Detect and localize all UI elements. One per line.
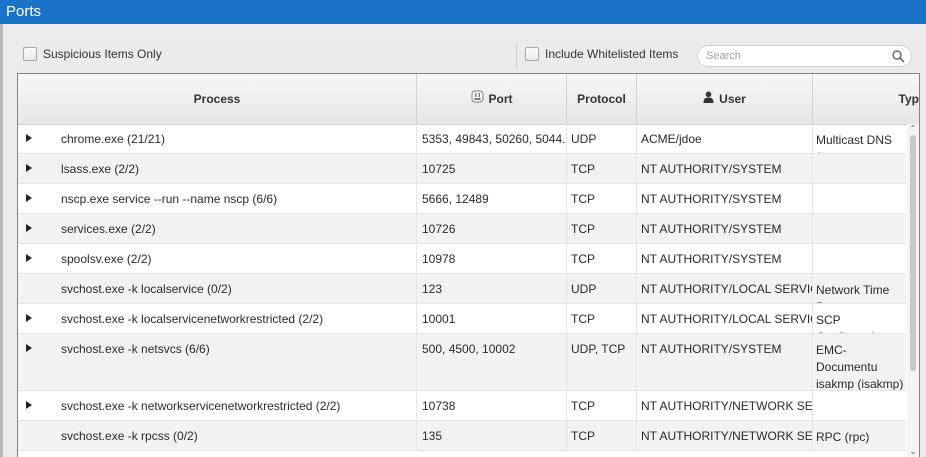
table-row[interactable]: chrome.exe (21/21) 5353, 49843, 50260, 50…: [18, 124, 906, 154]
cell-type: Multicast DNS (m: [816, 133, 893, 153]
cell-process: nscp.exe service --run --name nscp (6/6): [18, 184, 417, 213]
cell-type: [813, 244, 906, 273]
column-protocol-label: Protocol: [577, 92, 626, 106]
cell-port: 5353, 49843, 50260, 5044...: [417, 124, 567, 153]
cell-port: 135: [417, 421, 567, 450]
vertical-scrollbar[interactable]: ⌃ ⌄: [907, 124, 919, 457]
cell-protocol: TCP: [567, 154, 637, 183]
cell-process: services.exe (2/2): [18, 214, 417, 243]
toolbar-divider: [516, 43, 517, 69]
cell-protocol: TCP: [567, 304, 637, 333]
table-row[interactable]: spoolsv.exe (2/2) 10978 TCP NT AUTHORITY/SY…: [18, 244, 906, 274]
whitelisted-checkbox[interactable]: [525, 47, 539, 61]
cell-type: [813, 214, 906, 243]
cell-protocol: TCP: [567, 214, 637, 243]
column-port-label: Port: [488, 92, 513, 106]
scroll-thumb[interactable]: [910, 135, 916, 371]
search-icon[interactable]: [891, 49, 905, 63]
cell-process: svchost.exe -k localservicenetworkrestri…: [18, 304, 417, 333]
cell-type: SCP Configuratio: [816, 313, 881, 333]
scroll-down-arrow-icon[interactable]: ⌄: [909, 448, 917, 456]
table-header: Process Port Protocol User Typ: [18, 74, 919, 125]
cell-process: svchost.exe -k localservice (0/2): [18, 274, 417, 303]
column-type-label: Typ: [898, 92, 919, 106]
suspicious-checkbox[interactable]: [23, 47, 37, 61]
filter-toolbar: Suspicious Items Only Include Whiteliste…: [17, 39, 920, 74]
cell-protocol: TCP: [567, 184, 637, 213]
scroll-up-arrow-icon[interactable]: ⌃: [909, 125, 917, 133]
cell-user: NT AUTHORITY/LOCAL SERVICE: [637, 304, 813, 333]
whitelisted-label: Include Whitelisted Items: [545, 47, 679, 61]
cell-type: EMC-Documentuisakmp (isakmp)IPsec NAT-Tr…: [816, 343, 904, 390]
table-row[interactable]: svchost.exe -k localservicenetworkrestri…: [18, 304, 906, 334]
cell-type: RPC (rpc): [816, 430, 870, 444]
cell-port: 10978: [417, 244, 567, 273]
table-row[interactable]: svchost.exe -k networkservicenetworkrest…: [18, 391, 906, 421]
cell-user: NT AUTHORITY/NETWORK SE...: [637, 421, 813, 450]
column-user-label: User: [719, 92, 746, 106]
column-process-label: Process: [193, 92, 241, 106]
column-header-process[interactable]: Process: [18, 74, 417, 124]
cell-process: chrome.exe (21/21): [18, 124, 417, 153]
cell-process: svchost.exe -k rpcss (0/2): [18, 421, 417, 450]
cell-protocol: UDP: [567, 124, 637, 153]
cell-type: Network Time Pro: [816, 283, 890, 303]
cell-port: 10726: [417, 214, 567, 243]
table-row[interactable]: lsass.exe (2/2) 10725 TCP NT AUTHORITY/SYST…: [18, 154, 906, 184]
table-row[interactable]: svchost.exe -k netsvcs (6/6) 500, 4500, 1…: [18, 334, 906, 391]
cell-port: 10725: [417, 154, 567, 183]
cell-user: NT AUTHORITY/LOCAL SERVICE: [637, 274, 813, 303]
cell-user: NT AUTHORITY/SYSTEM: [637, 184, 813, 213]
window-edge: [0, 24, 3, 457]
search-box[interactable]: [697, 45, 912, 67]
cell-port: 10738: [417, 391, 567, 420]
search-input[interactable]: [706, 48, 886, 64]
cell-user: NT AUTHORITY/SYSTEM: [637, 214, 813, 243]
cell-port: 123: [417, 274, 567, 303]
cell-user: NT AUTHORITY/NETWORK SE...: [637, 391, 813, 420]
suspicious-items-toggle[interactable]: Suspicious Items Only: [23, 47, 162, 61]
cell-port: 10001: [417, 304, 567, 333]
cell-port: 500, 4500, 10002: [417, 334, 567, 390]
cell-user: NT AUTHORITY/SYSTEM: [637, 334, 813, 390]
cell-type: [813, 154, 906, 183]
cell-process: lsass.exe (2/2): [18, 154, 417, 183]
cell-protocol: UDP: [567, 274, 637, 303]
table-row[interactable]: services.exe (2/2) 10726 TCP NT AUTHORITY/S…: [18, 214, 906, 244]
table-row[interactable]: svchost.exe -k rpcss (0/2) 135 TCP NT AUTHO…: [18, 421, 906, 451]
cell-user: NT AUTHORITY/SYSTEM: [637, 244, 813, 273]
whitelisted-items-toggle[interactable]: Include Whitelisted Items: [525, 47, 678, 61]
cell-user: ACME/jdoe: [637, 124, 813, 153]
column-header-protocol[interactable]: Protocol: [567, 74, 637, 124]
user-icon: [703, 74, 714, 124]
ports-table: Process Port Protocol User Typ chrome.ex…: [17, 73, 920, 457]
cell-type: [813, 184, 906, 213]
window-title: Ports: [0, 0, 926, 24]
cell-process: svchost.exe -k networkservicenetworkrest…: [18, 391, 417, 420]
column-header-type[interactable]: Typ: [813, 74, 919, 124]
cell-process: svchost.exe -k netsvcs (6/6): [18, 334, 417, 390]
port-icon: [471, 74, 484, 124]
table-row[interactable]: nscp.exe service --run --name nscp (6/6)…: [18, 184, 906, 214]
cell-protocol: TCP: [567, 421, 637, 450]
cell-user: NT AUTHORITY/SYSTEM: [637, 154, 813, 183]
table-row[interactable]: svchost.exe -k localservice (0/2) 123 UDP N…: [18, 274, 906, 304]
suspicious-label: Suspicious Items Only: [43, 47, 162, 61]
cell-protocol: UDP, TCP: [567, 334, 637, 390]
cell-type: [813, 391, 906, 420]
column-header-user[interactable]: User: [637, 74, 813, 124]
cell-protocol: TCP: [567, 244, 637, 273]
column-header-port[interactable]: Port: [417, 74, 567, 124]
cell-port: 5666, 12489: [417, 184, 567, 213]
cell-process: spoolsv.exe (2/2): [18, 244, 417, 273]
cell-protocol: TCP: [567, 391, 637, 420]
